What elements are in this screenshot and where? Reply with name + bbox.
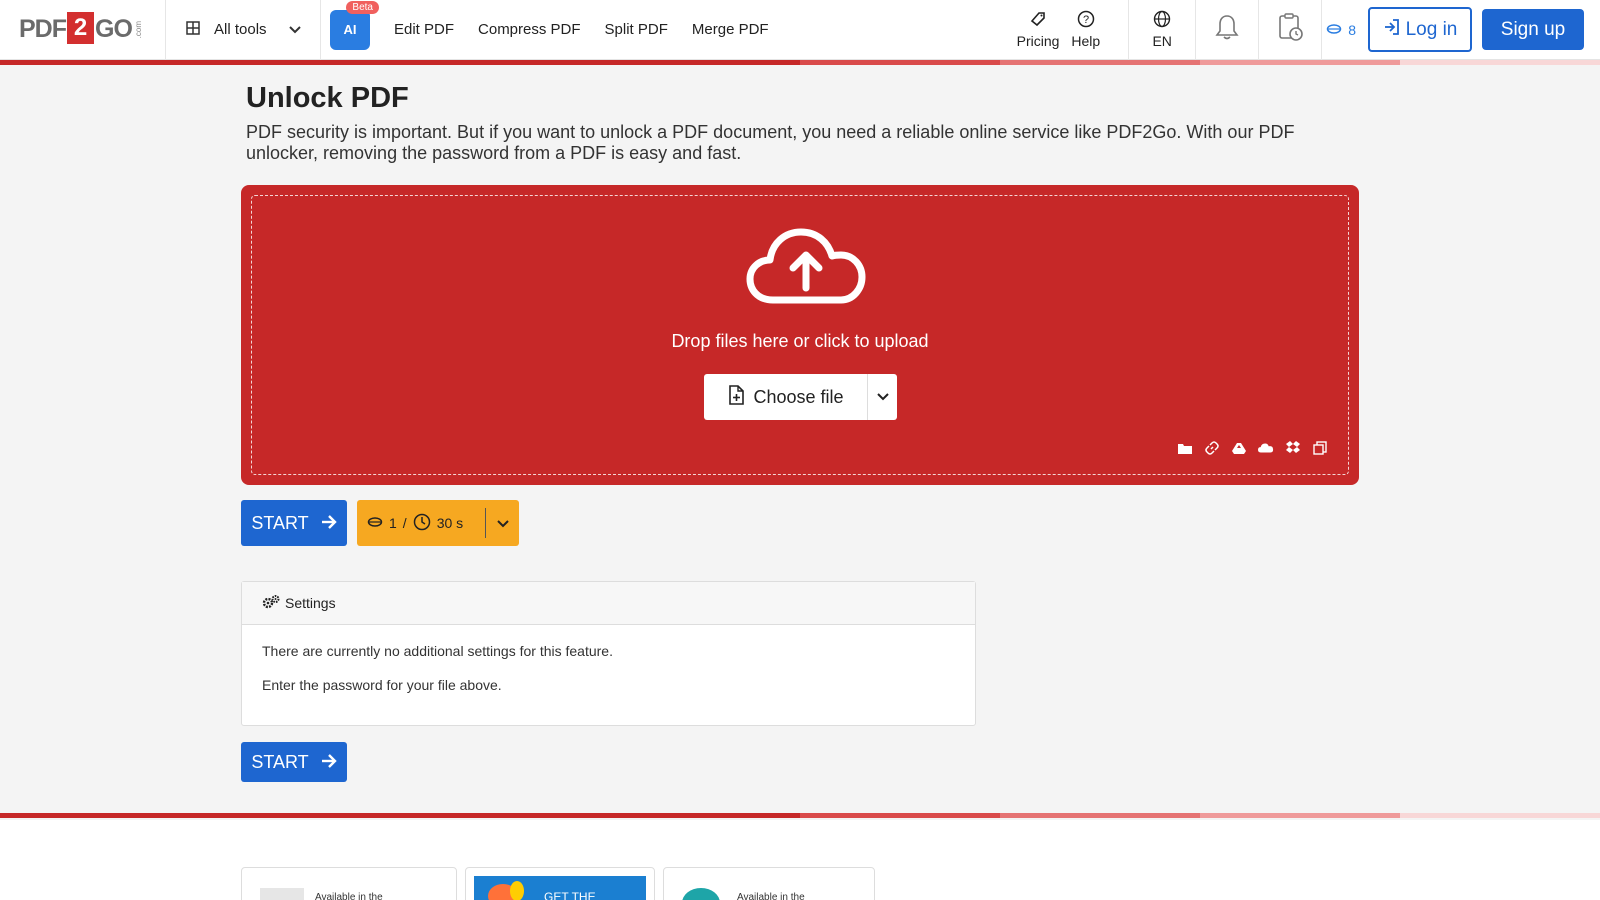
settings-info-text: There are currently no additional settin… — [262, 643, 613, 659]
drop-instruction: Drop files here or click to upload — [671, 331, 929, 351]
bell-icon — [1214, 13, 1240, 46]
credits-indicator[interactable]: 8 — [1322, 22, 1368, 38]
all-tools-menu[interactable]: All tools — [166, 0, 321, 60]
logo-go: GO — [95, 15, 133, 43]
history-button[interactable] — [1259, 0, 1321, 60]
chevron-down-icon — [288, 21, 301, 38]
choose-file-button[interactable]: Choose file — [704, 374, 867, 420]
credit-cost: 1 — [389, 515, 397, 531]
coin-icon — [1326, 22, 1342, 38]
pdf2go-logo[interactable]: PDF 2 GO .com — [0, 0, 166, 60]
nav-compress-pdf[interactable]: Compress PDF — [478, 21, 581, 38]
extension-badge-label: GET THE — [544, 890, 596, 900]
start-label: START — [251, 512, 309, 533]
choose-file-label: Choose file — [753, 386, 844, 407]
notifications-button[interactable] — [1196, 0, 1258, 60]
cost-separator: / — [402, 515, 407, 531]
page-title: Unlock PDF — [246, 82, 409, 114]
file-add-icon — [727, 384, 745, 410]
help-icon: ? — [1077, 10, 1095, 31]
dropzone-border: Drop files here or click to upload Choos… — [251, 195, 1349, 475]
extension-badge-edge[interactable]: Available in the — [663, 867, 875, 900]
bottom-color-strip — [0, 813, 1600, 818]
gears-icon — [262, 594, 280, 613]
help-label: Help — [1071, 33, 1101, 49]
settings-title: Settings — [285, 595, 336, 611]
folder-icon[interactable] — [1177, 440, 1193, 456]
top-navbar: PDF 2 GO .com All tools Beta AI Edit PDF Co… — [0, 0, 1600, 60]
coin-icon — [367, 515, 383, 531]
start-label: START — [251, 751, 309, 772]
arrow-right-icon — [321, 752, 337, 773]
language-selector[interactable]: EN — [1129, 0, 1195, 60]
dropbox-icon[interactable] — [1285, 440, 1301, 456]
sign-in-icon — [1383, 18, 1401, 42]
globe-icon — [1153, 10, 1171, 31]
firefox-tail-icon — [510, 881, 524, 900]
ai-tool-button[interactable]: Beta AI — [330, 0, 379, 50]
settings-password-hint: Enter the password for your file above. — [262, 677, 502, 693]
language-label: EN — [1152, 33, 1172, 49]
top-color-strip — [0, 60, 1600, 65]
header-right: Pricing ? Help EN 8 Log in Sign up — [1011, 0, 1600, 60]
page-description: PDF security is important. But if you wa… — [246, 122, 1295, 163]
extension-badge-label: Available in the — [315, 892, 383, 900]
signup-button[interactable]: Sign up — [1482, 9, 1584, 50]
pricing-label: Pricing — [1016, 33, 1060, 49]
extension-badge-chrome[interactable]: Available in the — [241, 867, 457, 900]
store-logo-icon — [260, 888, 304, 900]
extension-badge-firefox[interactable]: GET THE — [465, 867, 655, 900]
cloud-upload-icon — [745, 226, 867, 311]
chevron-down-icon — [496, 515, 509, 531]
extension-badge-label: Available in the — [737, 892, 805, 900]
clipboard-clock-icon — [1276, 12, 1304, 47]
start-button[interactable]: START — [241, 500, 347, 546]
ai-label: AI — [343, 22, 357, 37]
svg-text:?: ? — [1083, 14, 1089, 26]
pricing-link[interactable]: Pricing — [1011, 0, 1066, 60]
beta-badge: Beta — [346, 0, 379, 14]
nav-edit-pdf[interactable]: Edit PDF — [394, 21, 454, 38]
clock-icon — [413, 513, 431, 534]
cost-options-button[interactable]: 1 / 30 s — [357, 500, 519, 546]
settings-header: Settings — [242, 582, 975, 625]
cost-info: 1 / 30 s — [357, 513, 485, 534]
arrow-right-icon — [321, 513, 337, 534]
logo-two: 2 — [67, 11, 94, 44]
logo-com: .com — [133, 20, 143, 39]
nav-merge-pdf[interactable]: Merge PDF — [692, 21, 769, 38]
help-link[interactable]: ? Help — [1065, 0, 1106, 60]
credits-count: 8 — [1348, 21, 1356, 38]
clipboard-icon[interactable] — [1312, 440, 1328, 456]
link-icon[interactable] — [1204, 440, 1220, 456]
upload-sources — [1177, 440, 1328, 456]
settings-panel: Settings There are currently no addition… — [241, 581, 976, 726]
choose-file-dropdown[interactable] — [867, 374, 897, 420]
nav-split-pdf[interactable]: Split PDF — [605, 21, 668, 38]
onedrive-icon[interactable] — [1258, 440, 1274, 456]
logo-pdf: PDF — [19, 15, 67, 43]
all-tools-label: All tools — [214, 21, 267, 38]
choose-file-button-group: Choose file — [704, 374, 897, 420]
tag-icon — [1029, 10, 1047, 31]
nav-links: Edit PDF Compress PDF Split PDF Merge PD… — [394, 21, 769, 38]
grid-icon — [186, 20, 200, 39]
cost-dropdown[interactable] — [485, 508, 519, 538]
firefox-badge-inner: GET THE — [474, 876, 646, 900]
edge-icon — [682, 888, 720, 900]
chevron-down-icon — [876, 388, 889, 406]
login-button[interactable]: Log in — [1368, 7, 1472, 52]
file-dropzone[interactable]: Drop files here or click to upload Choos… — [241, 185, 1359, 485]
signup-label: Sign up — [1500, 18, 1566, 40]
google-drive-icon[interactable] — [1231, 440, 1247, 456]
login-label: Log in — [1405, 18, 1458, 40]
time-cost: 30 s — [436, 515, 464, 531]
start-button-bottom[interactable]: START — [241, 742, 347, 782]
